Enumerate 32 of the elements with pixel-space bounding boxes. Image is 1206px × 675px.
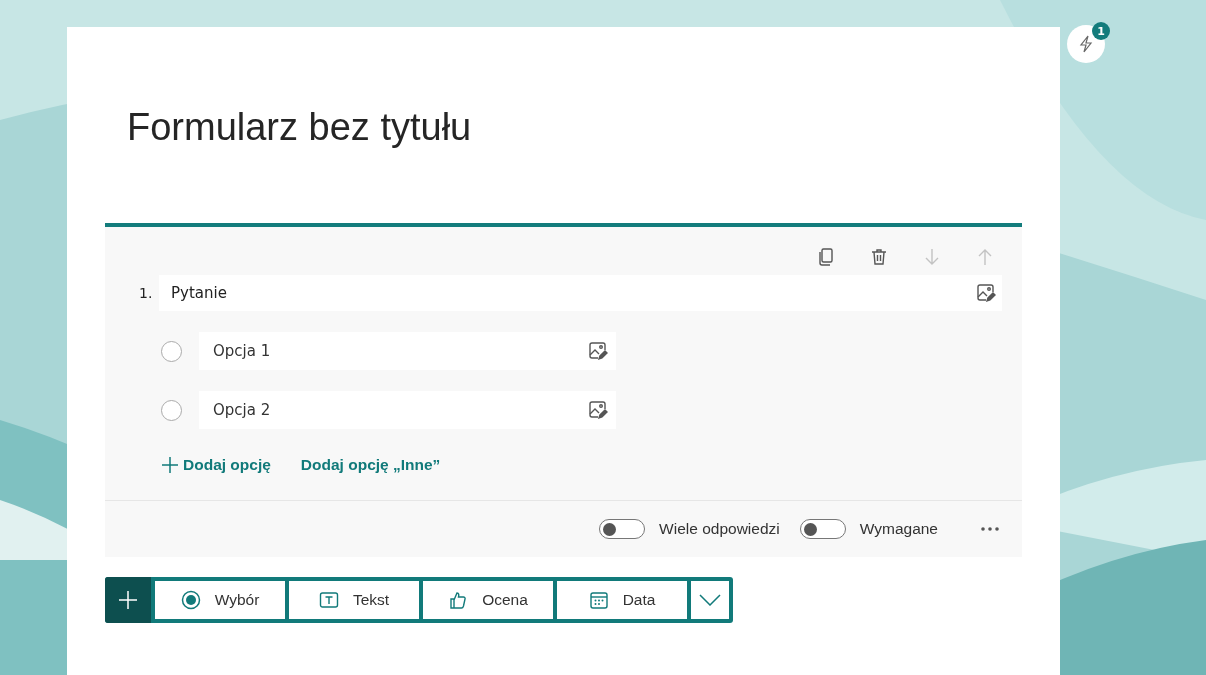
radio-icon [180, 590, 201, 610]
insert-question-option[interactable]: Data [557, 581, 687, 619]
insert-question-option[interactable]: Ocena [423, 581, 553, 619]
lightning-icon [1078, 35, 1094, 53]
toggle-switch[interactable] [799, 519, 846, 539]
option-field[interactable]: Opcja 1 [199, 332, 616, 370]
calendar-icon [588, 590, 609, 610]
plus-icon [161, 456, 179, 474]
image-edit-icon[interactable] [588, 341, 608, 361]
option-field[interactable]: Opcja 2 [199, 391, 616, 429]
form-title[interactable]: Formularz bez tytułu [105, 27, 1022, 223]
question-number: 1. [139, 285, 154, 301]
text-icon [318, 590, 339, 610]
plus-icon [118, 590, 138, 610]
toggle-label: Wymagane [859, 520, 938, 538]
insert-question-option[interactable]: Wybór [155, 581, 285, 619]
insert-question-option[interactable]: Tekst [289, 581, 419, 619]
image-edit-icon[interactable] [976, 283, 996, 303]
copy-icon[interactable] [816, 247, 836, 267]
radio-button[interactable] [161, 340, 182, 362]
question-field[interactable]: Pytanie [159, 275, 1002, 311]
trash-icon[interactable] [869, 247, 889, 267]
add-other-option-link[interactable]: Dodaj opcję „Inne” [300, 456, 441, 474]
more-options-icon[interactable] [980, 526, 1000, 532]
add-question-button[interactable] [105, 577, 151, 623]
thumbs-up-icon [448, 590, 469, 610]
radio-button[interactable] [161, 399, 182, 421]
image-edit-icon[interactable] [588, 400, 608, 420]
toggle-switch[interactable] [599, 519, 646, 539]
add-option-button[interactable]: Dodaj opcję [161, 456, 271, 474]
chevron-down-icon [699, 594, 721, 606]
toggle-label: Wiele odpowiedzi [659, 520, 780, 538]
